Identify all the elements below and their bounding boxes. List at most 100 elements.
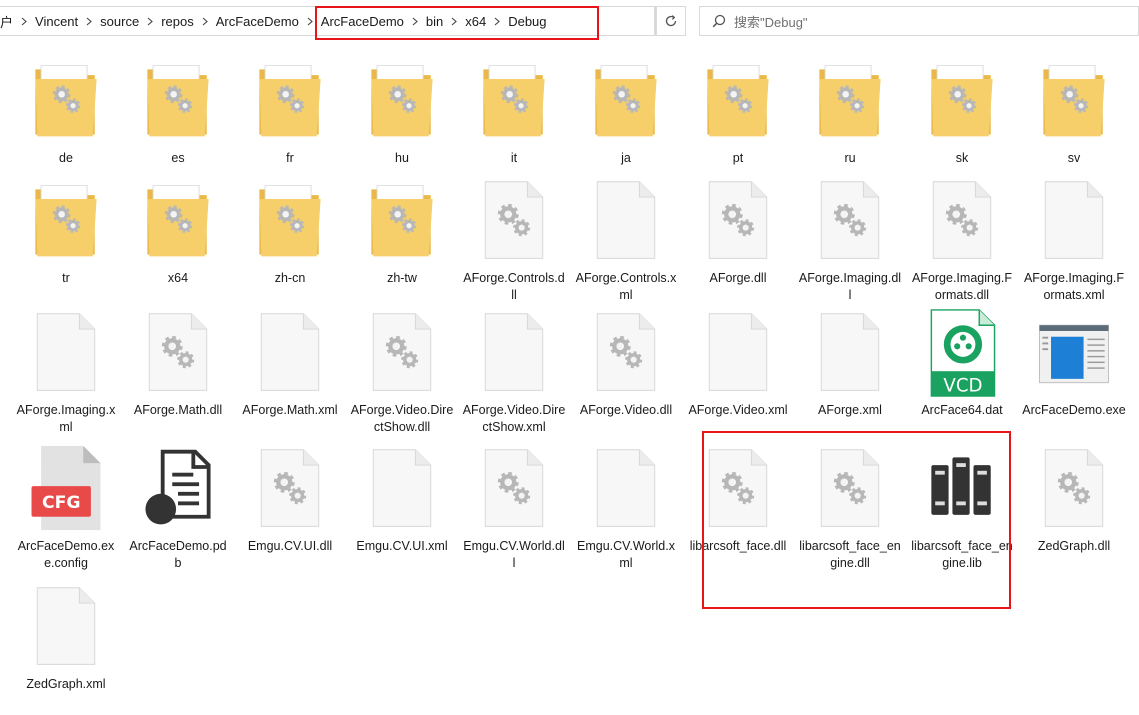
breadcrumb-separator[interactable]: [490, 17, 504, 26]
folder-icon: [371, 65, 433, 137]
file-item[interactable]: AForge.Imaging.Formats.dll: [910, 176, 1014, 304]
blank-file-icon: [708, 313, 768, 391]
breadcrumb-item[interactable]: ArcFaceDemo: [212, 14, 303, 29]
file-item[interactable]: AForge.Video.dll: [574, 308, 678, 419]
file-item[interactable]: AForge.Video.DirectShow.dll: [350, 308, 454, 436]
file-name: AForge.xml: [818, 403, 882, 417]
breadcrumb-item[interactable]: ArcFaceDemo: [317, 14, 408, 29]
file-item[interactable]: pt: [686, 56, 790, 167]
file-item[interactable]: ru: [798, 56, 902, 167]
search-icon: [712, 14, 726, 28]
blank-file-icon: [372, 449, 432, 527]
file-name: AForge.Math.xml: [242, 403, 338, 417]
breadcrumb-separator[interactable]: [408, 17, 422, 26]
file-name: ja: [621, 151, 631, 165]
file-name: AForge.Video.DirectShow.xml: [462, 403, 566, 434]
breadcrumb-separator[interactable]: [82, 17, 96, 26]
settings-file-icon: [260, 449, 320, 527]
breadcrumb-separator[interactable]: [198, 17, 212, 26]
file-item[interactable]: AForge.xml: [798, 308, 902, 419]
file-name: ArcFaceDemo.pdb: [129, 539, 227, 570]
file-item[interactable]: AForge.Controls.dll: [462, 176, 566, 304]
file-item[interactable]: libarcsoft_face_engine.dll: [798, 444, 902, 572]
refresh-button[interactable]: [656, 6, 686, 36]
chevron-right-icon: [21, 17, 27, 25]
file-item[interactable]: hu: [350, 56, 454, 167]
breadcrumb: 户 Vincent source repos ArcFaceDemo ArcFaceDem…: [0, 7, 551, 35]
file-item[interactable]: ja: [574, 56, 678, 167]
file-item[interactable]: sk: [910, 56, 1014, 167]
file-item[interactable]: AForge.Math.dll: [126, 308, 230, 419]
file-name: AForge.Video.dll: [579, 403, 673, 417]
file-name: ru: [844, 151, 856, 165]
file-item[interactable]: tr: [14, 176, 118, 287]
settings-file-icon: [708, 449, 768, 527]
file-item[interactable]: libarcsoft_face.dll: [686, 444, 790, 555]
file-name: pt: [732, 151, 744, 165]
file-item[interactable]: libarcsoft_face_engine.lib: [910, 444, 1014, 572]
file-name: Emgu.CV.UI.xml: [356, 539, 448, 553]
file-name: Emgu.CV.World.dll: [463, 539, 565, 570]
folder-icon: [35, 185, 97, 257]
breadcrumb-separator[interactable]: [143, 17, 157, 26]
search-box[interactable]: 搜索"Debug": [699, 6, 1139, 36]
file-item[interactable]: VCD ArcFace64.dat: [910, 308, 1014, 419]
settings-file-icon: [484, 181, 544, 259]
file-badge: CFG: [42, 493, 81, 513]
file-item[interactable]: Emgu.CV.UI.dll: [238, 444, 342, 555]
file-item[interactable]: AForge.Math.xml: [238, 308, 342, 419]
breadcrumb-separator[interactable]: [303, 17, 317, 26]
folder-icon: [931, 65, 993, 137]
address-bar[interactable]: 户 Vincent source repos ArcFaceDemo ArcFaceDem…: [0, 6, 655, 36]
file-item[interactable]: fr: [238, 56, 342, 167]
file-item[interactable]: ArcFaceDemo.exe: [1022, 308, 1126, 419]
file-item[interactable]: CFG ArcFaceDemo.exe.config: [14, 444, 118, 572]
refresh-icon: [665, 15, 677, 27]
file-name: de: [59, 151, 73, 165]
chevron-right-icon: [494, 17, 501, 25]
breadcrumb-item[interactable]: x64: [461, 14, 490, 29]
file-item[interactable]: zh-tw: [350, 176, 454, 287]
breadcrumb-separator[interactable]: [447, 17, 461, 26]
breadcrumb-item[interactable]: bin: [422, 14, 447, 29]
blank-file-icon: [596, 181, 656, 259]
breadcrumb-separator[interactable]: [17, 17, 31, 26]
file-item[interactable]: Emgu.CV.UI.xml: [350, 444, 454, 555]
file-name: AForge.Controls.xml: [575, 271, 677, 302]
file-item[interactable]: AForge.Imaging.dll: [798, 176, 902, 304]
breadcrumb-item[interactable]: Vincent: [31, 14, 82, 29]
breadcrumb-item[interactable]: 户: [0, 12, 17, 31]
file-item[interactable]: AForge.Video.xml: [686, 308, 790, 419]
file-item[interactable]: AForge.Controls.xml: [574, 176, 678, 304]
blank-file-icon: [1044, 181, 1104, 259]
file-name: AForge.dll: [709, 271, 767, 285]
file-item[interactable]: AForge.Imaging.Formats.xml: [1022, 176, 1126, 304]
file-item[interactable]: Emgu.CV.World.xml: [574, 444, 678, 572]
file-item[interactable]: AForge.Video.DirectShow.xml: [462, 308, 566, 436]
file-item[interactable]: AForge.dll: [686, 176, 790, 287]
settings-file-icon: [820, 449, 880, 527]
file-item[interactable]: ArcFaceDemo.pdb: [126, 444, 230, 572]
folder-icon: [1043, 65, 1105, 137]
file-item[interactable]: es: [126, 56, 230, 167]
file-name: x64: [167, 271, 189, 285]
folder-icon: [707, 65, 769, 137]
file-item[interactable]: ZedGraph.xml: [14, 582, 118, 693]
file-name: AForge.Imaging.Formats.dll: [911, 271, 1013, 302]
blank-file-icon: [596, 449, 656, 527]
folder-icon: [371, 185, 433, 257]
search-input[interactable]: 搜索"Debug": [734, 12, 808, 31]
file-item[interactable]: zh-cn: [238, 176, 342, 287]
file-item[interactable]: de: [14, 56, 118, 167]
breadcrumb-item[interactable]: source: [96, 14, 143, 29]
breadcrumb-item[interactable]: Debug: [504, 14, 550, 29]
file-item[interactable]: ZedGraph.dll: [1022, 444, 1126, 555]
file-item[interactable]: sv: [1022, 56, 1126, 167]
chevron-right-icon: [451, 17, 458, 25]
file-item[interactable]: x64: [126, 176, 230, 287]
file-item[interactable]: it: [462, 56, 566, 167]
blank-file-icon: [260, 313, 320, 391]
breadcrumb-item[interactable]: repos: [157, 14, 198, 29]
file-item[interactable]: Emgu.CV.World.dll: [462, 444, 566, 572]
file-item[interactable]: AForge.Imaging.xml: [14, 308, 118, 436]
